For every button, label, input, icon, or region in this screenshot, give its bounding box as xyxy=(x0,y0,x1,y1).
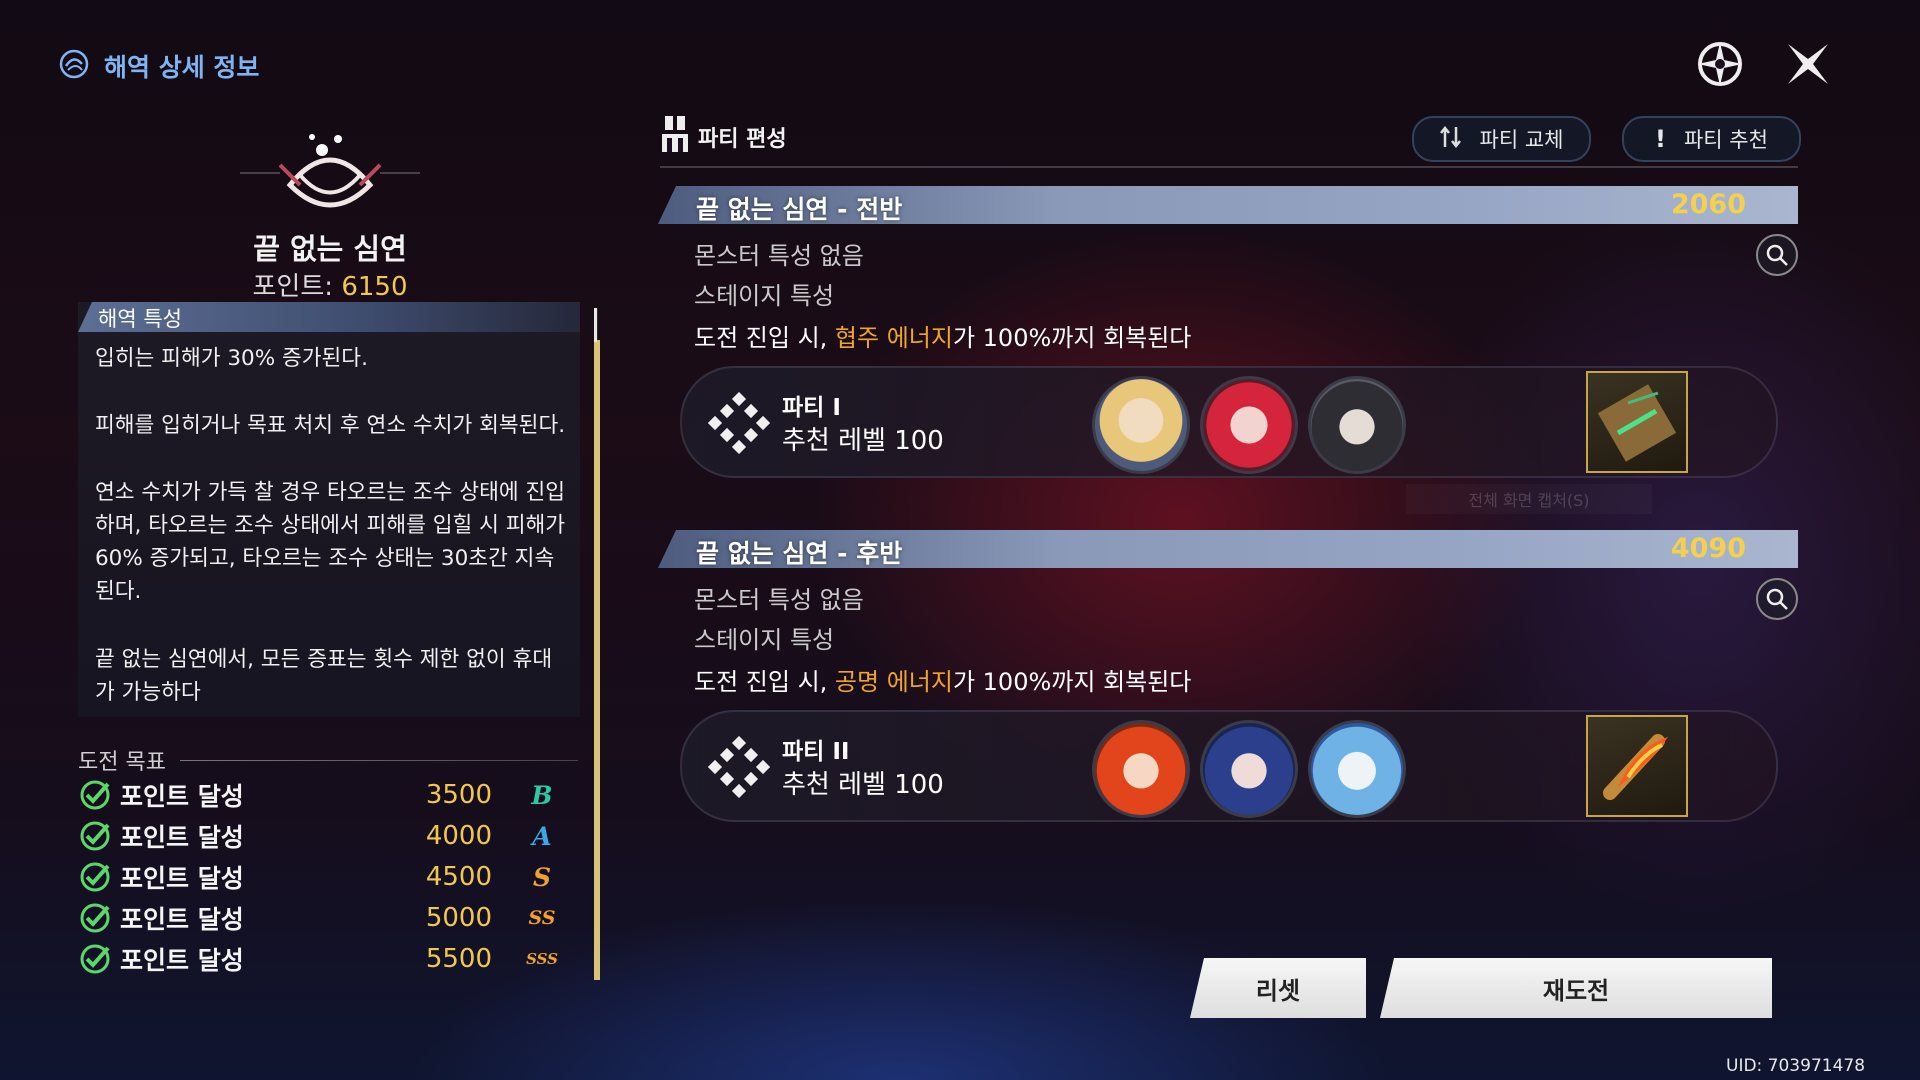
header: 해역 상세 정보 xyxy=(58,48,259,84)
stage-trait-title: 스테이지 특성 xyxy=(694,626,835,654)
challenge-goal-row: 포인트 달성 4500 S xyxy=(78,858,568,896)
party-edit-header: 파티 편성 xyxy=(662,114,787,160)
check-icon xyxy=(78,942,112,976)
avatar-dark-hair[interactable] xyxy=(1308,376,1406,474)
trait-text: 연소 수치가 가득 찰 경우 타오르는 조수 상태에 진입하며, 타오르는 조수… xyxy=(95,480,566,604)
check-icon xyxy=(78,778,112,812)
exclamation-icon: ! xyxy=(1655,125,1666,153)
uid-label: UID: 703971478 xyxy=(1726,1056,1866,1076)
party-emblem-icon xyxy=(707,391,771,458)
stage-trait-desc: 도전 진입 시, 협주 에너지가 100%까지 회복된다 xyxy=(694,318,1191,353)
challenge-goal-row: 포인트 달성 4000 A xyxy=(78,817,568,855)
traits-header: 해역 특성 xyxy=(78,302,580,332)
points-label: 포인트: xyxy=(252,272,342,302)
stage-score: 2060 xyxy=(1670,189,1746,220)
points-value: 6150 xyxy=(341,272,408,302)
close-icon[interactable] xyxy=(1780,36,1836,92)
search-icon[interactable] xyxy=(1756,578,1798,620)
avatar-blonde-crown[interactable] xyxy=(1092,376,1190,474)
scrollbar-cap xyxy=(594,308,597,342)
check-icon xyxy=(78,819,112,853)
trait-text: 피해를 입히거나 목표 처치 후 연소 수치가 회복된다. xyxy=(95,413,566,438)
stage-name: 끝 없는 심연 - 전반 xyxy=(696,195,903,224)
stage-trait-title: 스테이지 특성 xyxy=(694,282,835,310)
desc-pre: 도전 진입 시, xyxy=(694,668,835,696)
desc-highlight: 공명 에너지 xyxy=(834,668,953,696)
sea-area-name: 끝 없는 심연 xyxy=(253,232,407,266)
goal-points: 5500 xyxy=(425,944,492,974)
rank-badge-icon: B xyxy=(531,780,553,810)
rank-badge-icon: A xyxy=(532,821,552,851)
desc-post: 가 100%까지 회복된다 xyxy=(952,668,1192,696)
stage-score: 4090 xyxy=(1670,533,1746,564)
retry-button[interactable]: 재도전 xyxy=(1380,958,1772,1018)
stage-name: 끝 없는 심연 - 후반 xyxy=(696,539,903,568)
rank-badge-icon: SS xyxy=(528,907,556,929)
sea-area-icon xyxy=(58,48,90,84)
rune-tablet-icon[interactable] xyxy=(1586,371,1688,473)
goal-points: 4500 xyxy=(425,862,492,892)
avatar-blue-hair[interactable] xyxy=(1200,720,1298,818)
challenge-goal-row: 포인트 달성 5000 SS xyxy=(78,899,568,937)
monster-trait: 몬스터 특성 없음 xyxy=(694,242,864,270)
desc-post: 가 100%까지 회복된다 xyxy=(952,324,1192,352)
check-icon xyxy=(78,901,112,935)
trait-text: 입히는 피해가 30% 증가된다. xyxy=(95,346,368,371)
avatar-red-horns[interactable] xyxy=(1200,376,1298,474)
challenge-goal-row: 포인트 달성 3500 B xyxy=(78,776,568,814)
flame-scroll-icon[interactable] xyxy=(1586,715,1688,817)
stage-trait-desc: 도전 진입 시, 공명 에너지가 100%까지 회복된다 xyxy=(694,662,1191,697)
avatar-orange-hair[interactable] xyxy=(1092,720,1190,818)
rank-badge-icon: SSS xyxy=(526,950,558,968)
party-level: 추천 레벨 100 xyxy=(782,426,944,456)
goal-label: 포인트 달성 xyxy=(120,864,244,893)
goal-points: 3500 xyxy=(425,780,492,810)
trait-text: 끝 없는 심연에서, 모든 증표는 횟수 제한 없이 휴대가 가능하다 xyxy=(95,647,553,705)
challenge-title: 도전 목표 xyxy=(78,750,166,775)
challenge-goal-row: 포인트 달성 5500 SSS xyxy=(78,940,568,978)
capture-hint: 전체 화면 캡처(S) xyxy=(1406,484,1652,514)
goal-points: 5000 xyxy=(425,903,492,933)
party-recommend-label: 파티 추천 xyxy=(1683,128,1768,152)
compass-icon[interactable] xyxy=(1692,36,1748,92)
avatar-white-hair[interactable] xyxy=(1308,720,1406,818)
party-name: 파티 I xyxy=(782,395,841,421)
party-edit-title: 파티 편성 xyxy=(698,127,787,152)
traits-title: 해역 특성 xyxy=(98,307,182,331)
check-icon xyxy=(78,860,112,894)
scrollbar-thumb[interactable] xyxy=(594,340,600,980)
abyss-emblem-icon xyxy=(240,125,420,229)
swap-icon xyxy=(1439,125,1462,154)
party-level: 추천 레벨 100 xyxy=(782,770,944,800)
search-icon[interactable] xyxy=(1756,234,1798,276)
page-title: 해역 상세 정보 xyxy=(104,53,260,82)
reset-button[interactable]: 리셋 xyxy=(1190,958,1366,1018)
desc-highlight: 협주 에너지 xyxy=(834,324,953,352)
goal-points: 4000 xyxy=(425,821,492,851)
goal-label: 포인트 달성 xyxy=(120,946,244,975)
party-card[interactable]: 파티 II 추천 레벨 100 xyxy=(680,710,1778,822)
party-icon xyxy=(662,114,688,160)
desc-pre: 도전 진입 시, xyxy=(694,324,835,352)
party-emblem-icon xyxy=(707,735,771,802)
goal-label: 포인트 달성 xyxy=(120,782,244,811)
party-recommend-button[interactable]: ! 파티 추천 xyxy=(1622,116,1801,162)
stage-bar: 끝 없는 심연 - 후반 4090 xyxy=(658,530,1798,568)
party-card[interactable]: 파티 I 추천 레벨 100 xyxy=(680,366,1778,478)
party-swap-label: 파티 교체 xyxy=(1479,128,1564,152)
divider xyxy=(660,166,1798,168)
goal-label: 포인트 달성 xyxy=(120,823,244,852)
goal-label: 포인트 달성 xyxy=(120,905,244,934)
rank-badge-icon: S xyxy=(532,862,552,892)
stage-bar: 끝 없는 심연 - 전반 2060 xyxy=(658,186,1798,224)
divider xyxy=(180,760,578,761)
sea-area-points: 포인트: 6150 xyxy=(60,266,600,303)
party-name: 파티 II xyxy=(782,739,850,765)
party-swap-button[interactable]: 파티 교체 xyxy=(1412,116,1591,162)
monster-trait: 몬스터 특성 없음 xyxy=(694,586,864,614)
